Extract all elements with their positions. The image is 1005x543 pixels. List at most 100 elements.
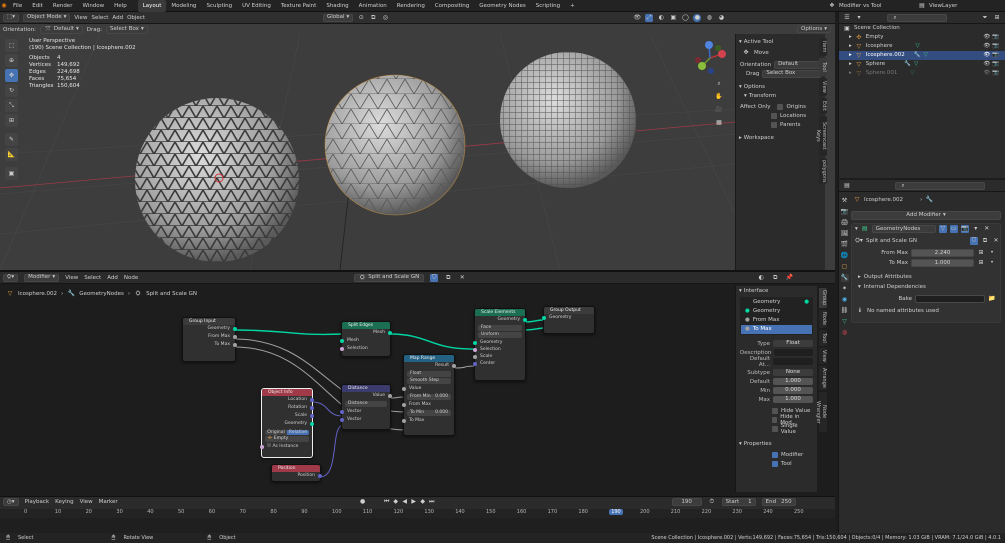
default-input[interactable]: 1.000 [773,378,813,385]
properties-search-input[interactable]: ⌕ [895,181,985,190]
shading-material-icon[interactable]: ◍ [705,14,713,22]
tab-screencast-keys[interactable]: Screencast Keys [815,116,827,156]
fake-user-shield-icon[interactable]: ⛉ [970,237,978,245]
attribute-toggle-icon[interactable]: ⊞ [977,259,985,267]
tab-node[interactable]: Node [819,310,827,328]
affect-origins-row[interactable]: Affect Only Origins [736,102,825,111]
outliner-item-sphere[interactable]: ▸ ▽ Sphere 🔧 ▽ 👁 📷 [839,60,1005,69]
add-modifier-button[interactable]: Add Modifier ▾ [851,211,1001,220]
socket-dot[interactable] [402,403,406,407]
options-dropdown[interactable]: Options ▾ [797,25,831,33]
interface-socket-item[interactable]: ● Geometry [741,307,812,316]
socket-geometry-in[interactable]: Geometry [473,339,525,346]
modifier-flag-row[interactable]: Modifier [736,450,817,459]
scale-mode-dropdown[interactable]: Uniform [478,332,522,338]
shading-rendered-icon[interactable]: ◕ [717,14,725,22]
zoom-icon[interactable]: ⌕ [715,80,723,88]
socket-mesh-in[interactable]: Mesh [340,337,390,345]
render-toggle-icon[interactable]: 📷 [960,225,969,233]
socket-dot[interactable] [402,419,406,423]
data-tab-icon[interactable]: ▽ [841,318,849,326]
object-picker[interactable]: ✣ Empty [265,436,309,442]
pivot-icon[interactable]: ⊙ [357,14,365,22]
edit-mode-toggle-icon[interactable]: ▽ [938,225,947,233]
output-tab-icon[interactable]: 🖨 [841,219,849,227]
overlays-icon[interactable]: ◐ [657,14,665,22]
modifier-tab-icon[interactable]: 🔧 [840,274,849,282]
single-value-checkbox[interactable] [772,425,778,432]
relative-toggle[interactable]: Relative [287,429,309,435]
add-menu[interactable]: Add [112,15,123,21]
current-frame-input[interactable]: 190 [671,498,702,506]
marker-menu[interactable]: Marker [99,499,118,505]
data-type-dropdown[interactable]: Float [407,371,451,377]
playback-menu[interactable]: Playback [25,499,50,505]
folder-icon[interactable]: 📁 [988,295,996,303]
tab-shading[interactable]: Shading [321,0,353,12]
socket-center[interactable]: Center [473,360,525,367]
viewport-toggle-icon[interactable]: ▭ [949,225,958,233]
record-icon[interactable]: ● [359,498,367,506]
visibility-icons[interactable]: 👁 📷 [983,42,999,51]
socket-dot[interactable] [310,422,314,426]
blender-logo-icon[interactable]: ◉ [0,2,8,10]
interface-socket-item[interactable]: ● To Max [741,325,812,334]
ortho-toggle-icon[interactable]: ▦ [715,119,723,127]
split-edges-node[interactable]: Split Edges Mesh Mesh Selection [340,321,392,357]
menu-render[interactable]: Render [48,3,78,9]
group-input-node[interactable]: Group Input Geometry From Max To Max [182,317,237,362]
socket-dot[interactable] [523,318,527,322]
position-node[interactable]: Position Position [271,464,322,482]
keyframe-dot-icon[interactable]: • [988,259,996,267]
socket-dot[interactable] [310,406,314,410]
xray-icon[interactable]: ▣ [669,14,677,22]
outliner-scene-collection[interactable]: ▣ Scene Collection [839,24,1005,33]
socket-geometry[interactable]: Geometry [262,420,314,428]
interface-socket-item[interactable]: Geometry ● [741,298,812,307]
constraints-tab-icon[interactable]: ⛓ [841,307,849,315]
socket-rotation[interactable]: Rotation [262,404,314,412]
preview-range-icon[interactable]: ⏱ [708,498,716,506]
tab-modeling[interactable]: Modeling [166,0,201,12]
operation-dropdown[interactable]: Distance [345,401,387,407]
display-mode-icon[interactable]: ▾ [855,14,863,22]
keying-menu[interactable]: Keying [55,499,73,505]
socket-selection[interactable]: Selection [473,346,525,353]
domain-dropdown[interactable]: Face [478,325,522,331]
type-dropdown[interactable]: Float [773,340,813,347]
tab-node-wrangler[interactable]: Node Wrangler [815,392,827,432]
object-tab-icon[interactable]: ▢ [841,263,849,271]
transform-subpanel-header[interactable]: ▾ Transform [736,91,825,100]
tab-scripting[interactable]: Scripting [531,0,565,12]
visibility-icons[interactable]: 👁 📷 [983,69,999,78]
socket-dot[interactable] [233,343,237,347]
world-tab-icon[interactable]: 🌐 [841,252,849,260]
interface-socket-item[interactable]: ● From Max [741,316,812,325]
socket-dot[interactable] [473,355,477,359]
socket-dot[interactable] [318,474,322,478]
tool-flag-row[interactable]: Tool [736,459,817,468]
remove-modifier-icon[interactable]: ✕ [983,225,991,233]
socket-from-max[interactable]: From Max [402,401,454,409]
menu-file[interactable]: File [8,3,27,9]
navigation-gizmo[interactable] [692,40,728,76]
outliner-item-icosphere-002[interactable]: ▸ ▽ Icosphere.002 🔧 ▽ 👁 📷 [839,51,1005,60]
menu-help[interactable]: Help [109,3,132,9]
socket-dot[interactable] [542,316,546,320]
cursor-tool-icon[interactable]: ⊕ [5,54,18,67]
origins-checkbox[interactable] [777,103,784,110]
max-input[interactable]: 1.000 [773,396,813,403]
parents-checkbox[interactable] [771,121,777,128]
socket-dot[interactable] [233,335,237,339]
end-frame-input[interactable]: End 250 [761,498,796,506]
camera-view-icon[interactable]: 🎥 [715,106,723,114]
move-tool-icon[interactable]: ✥ [5,69,18,82]
tab-polygons[interactable]: polygons [819,158,827,184]
npanel-orientation-dropdown[interactable]: Default [774,60,821,69]
unlink-icon[interactable]: ✕ [992,237,1000,245]
start-frame-input[interactable]: Start 1 [721,498,756,506]
object-info-node[interactable]: Object Info Location Rotation Scale Geom… [260,388,314,458]
socket-geometry-in[interactable]: Geometry [542,314,594,322]
pin-icon[interactable]: 📌 [785,274,793,282]
node-group-name[interactable]: Split and Scale GN [866,238,967,244]
